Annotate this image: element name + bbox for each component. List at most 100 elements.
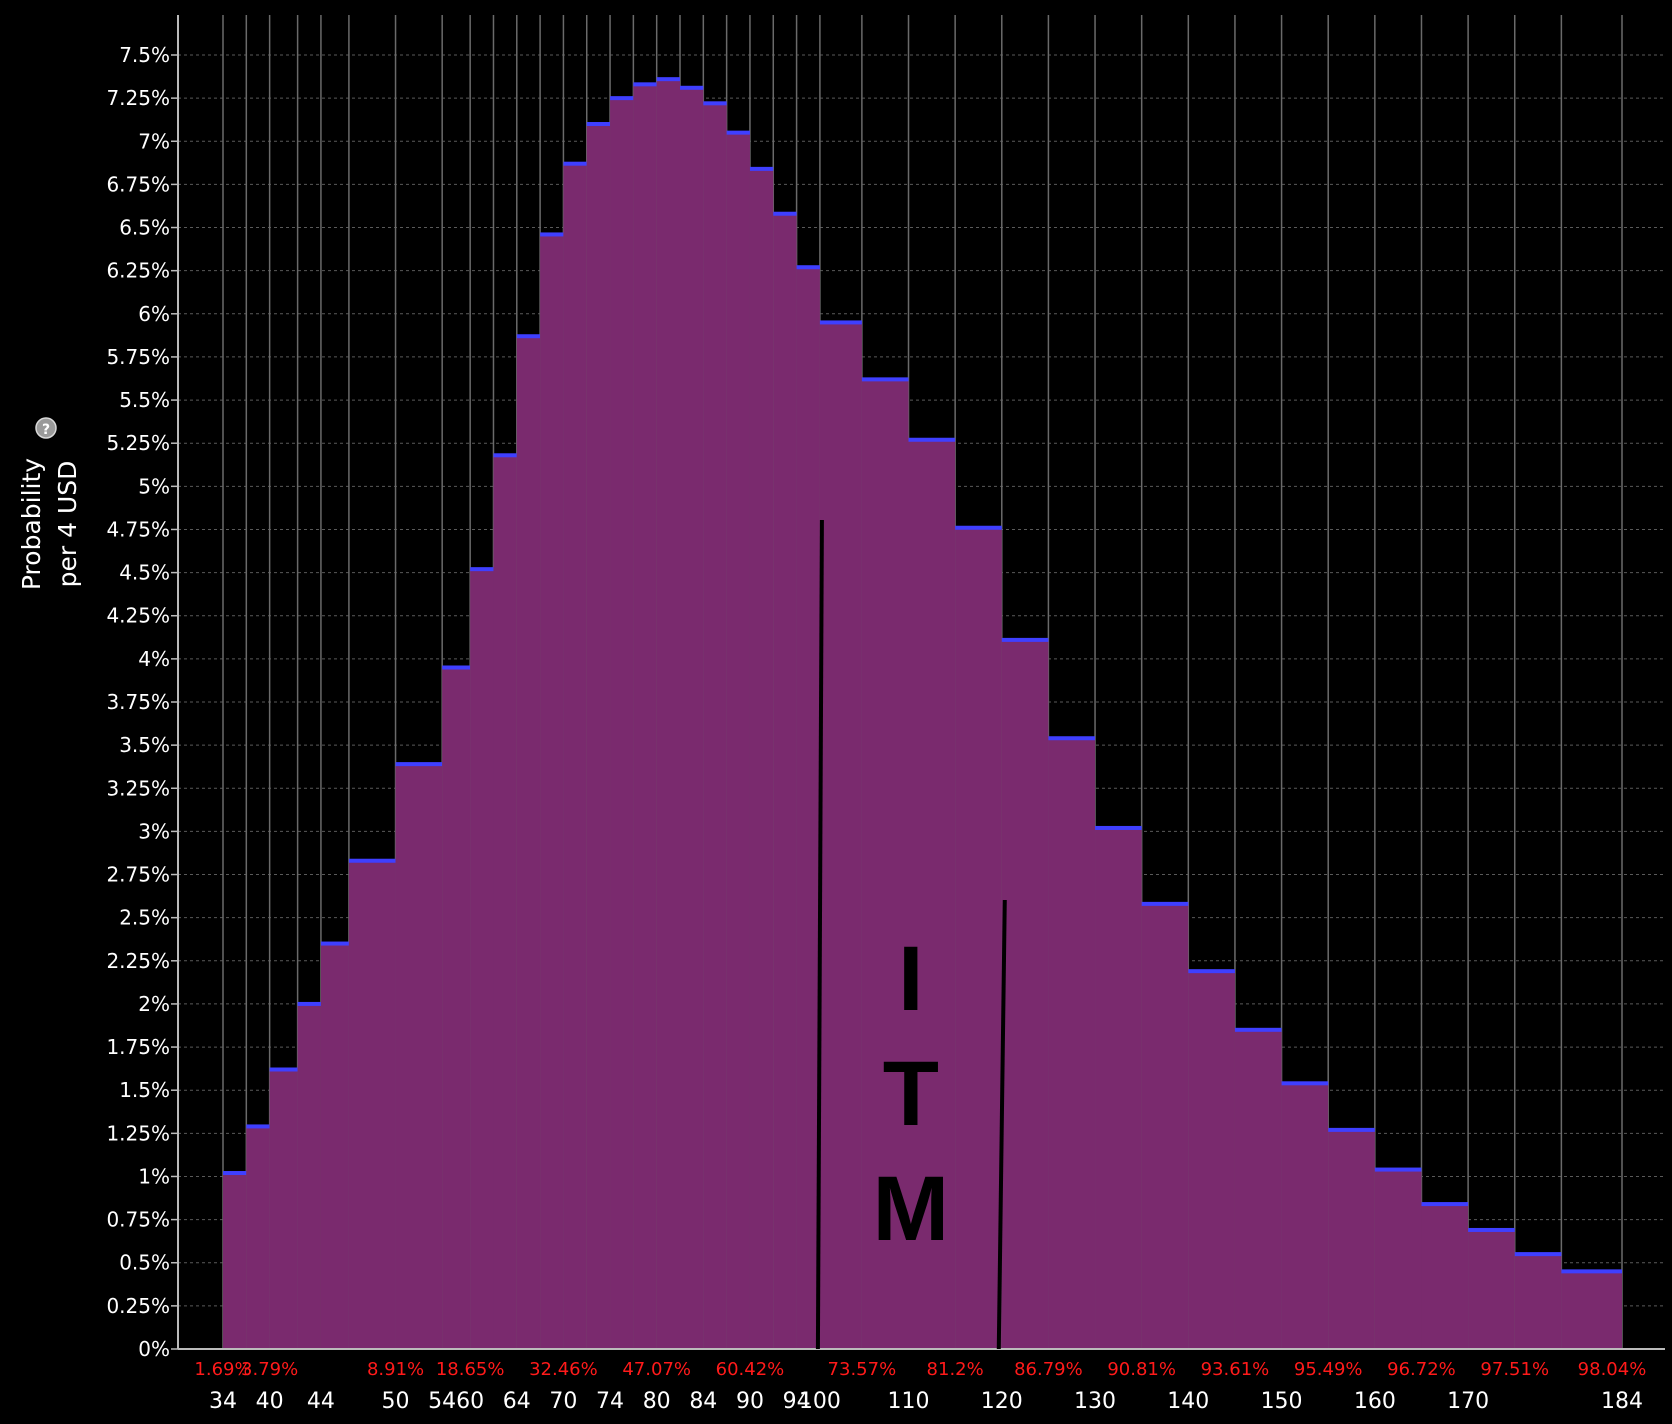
x-tick-label: 40	[256, 1389, 284, 1414]
itm-letter: T	[883, 1043, 939, 1145]
bar-top	[610, 96, 634, 101]
itm-letter: I	[898, 928, 924, 1030]
bar	[749, 168, 774, 1350]
bar	[1001, 639, 1049, 1349]
bar	[395, 764, 443, 1349]
bar-top	[1095, 825, 1142, 830]
bar-top	[297, 1001, 321, 1006]
bar	[1281, 1083, 1329, 1349]
bar-top	[516, 334, 541, 339]
cumulative-label: 32.46%	[529, 1359, 598, 1380]
bar-top	[908, 437, 956, 442]
bar-top	[348, 858, 396, 863]
y-tick-label: 5%	[138, 474, 170, 498]
bar	[1048, 738, 1096, 1349]
y-tick-label: 1%	[138, 1164, 170, 1188]
bar	[680, 87, 704, 1349]
bar	[223, 1173, 247, 1349]
bar	[1141, 903, 1189, 1349]
bar-top	[540, 232, 564, 237]
y-tick-label: 1.5%	[119, 1078, 170, 1102]
y-tick-label: 7.5%	[119, 43, 170, 67]
bar-top	[1468, 1227, 1515, 1232]
bar-top	[395, 762, 443, 767]
svg-text:?: ?	[42, 422, 50, 438]
y-axis-label-line2: per 4 USD	[53, 461, 82, 588]
bar-top	[656, 77, 681, 82]
probability-histogram: 0% 0.25% 0.5% 0.75% 1% 1.25% 1.5% 1.75% 2% 2.25% 2…	[0, 0, 1672, 1424]
bar-top	[1561, 1269, 1622, 1274]
bar	[348, 860, 396, 1349]
bar-top	[1188, 969, 1235, 974]
bar-top	[861, 377, 909, 382]
cumulative-label: 90.81%	[1107, 1359, 1176, 1380]
y-tick-label: 1.25%	[106, 1121, 170, 1145]
bar	[819, 322, 862, 1350]
bar	[563, 163, 587, 1349]
bar-top	[955, 525, 1002, 530]
x-tick-label: 90	[736, 1389, 764, 1414]
x-tick-label: 120	[981, 1389, 1023, 1414]
x-tick-label: 160	[1354, 1389, 1396, 1414]
cumulative-label: 81.2%	[927, 1359, 984, 1380]
cumulative-label: 98.04%	[1578, 1359, 1647, 1380]
y-tick-label: 4.5%	[119, 561, 170, 585]
bar-top	[1141, 901, 1189, 906]
y-tick-label: 6%	[138, 302, 170, 326]
cumulative-label: 3.79%	[241, 1359, 298, 1380]
bar	[1561, 1271, 1622, 1349]
y-tick-label: 2.5%	[119, 906, 170, 930]
cumulative-label: 96.72%	[1387, 1359, 1456, 1380]
x-tick-label: 70	[549, 1389, 577, 1414]
x-tick-label: 170	[1447, 1389, 1489, 1414]
bar	[1468, 1229, 1515, 1349]
bar-top	[796, 265, 820, 270]
bar	[796, 267, 820, 1349]
cumulative-label: 47.07%	[622, 1359, 691, 1380]
x-tick-label: 34	[209, 1389, 237, 1414]
bar-top	[703, 101, 727, 106]
x-tick-label: 60	[456, 1389, 484, 1414]
x-tick-label: 100	[799, 1389, 841, 1414]
bar-top	[1374, 1167, 1422, 1172]
x-tick-label: 140	[1167, 1389, 1209, 1414]
bar	[540, 234, 564, 1349]
x-tick-label: 54	[428, 1389, 456, 1414]
bar-top	[246, 1124, 270, 1129]
y-tick-label: 4.75%	[106, 517, 170, 541]
x-tick-label: 74	[596, 1389, 624, 1414]
bar-top	[726, 130, 750, 135]
bar-top	[470, 567, 494, 572]
bar-top	[1234, 1027, 1282, 1032]
y-tick-label: 0.75%	[106, 1208, 170, 1232]
cumulative-label: 73.57%	[828, 1359, 897, 1380]
bar	[442, 667, 471, 1349]
y-tick-label: 3.75%	[106, 690, 170, 714]
itm-letter: M	[873, 1158, 950, 1260]
bar-top	[819, 320, 862, 325]
bar-top	[1001, 637, 1049, 642]
x-tick-label: 84	[689, 1389, 717, 1414]
bar-top	[223, 1171, 247, 1176]
y-tick-label: 5.5%	[119, 388, 170, 412]
y-tick-label: 5.25%	[106, 431, 170, 455]
y-axis-label-line1: Probability	[17, 458, 46, 590]
y-tick-label: 3.5%	[119, 733, 170, 757]
cumulative-label: 86.79%	[1014, 1359, 1083, 1380]
bar-top	[633, 82, 657, 87]
x-tick-label: 50	[382, 1389, 410, 1414]
y-tick-label: 4%	[138, 647, 170, 671]
bar-top	[1281, 1081, 1329, 1086]
x-tick-label: 110	[888, 1389, 930, 1414]
bar-top	[586, 122, 611, 127]
y-tick-label: 6.25%	[106, 259, 170, 283]
bar-top	[1328, 1127, 1375, 1132]
y-tick-label: 3.25%	[106, 776, 170, 800]
help-icon[interactable]: ?	[35, 417, 57, 439]
bar	[610, 98, 634, 1350]
bar-top	[563, 161, 587, 166]
bar	[470, 569, 494, 1349]
bar	[633, 84, 657, 1349]
y-tick-label: 6.75%	[106, 172, 170, 196]
y-tick-label: 0%	[138, 1337, 170, 1361]
